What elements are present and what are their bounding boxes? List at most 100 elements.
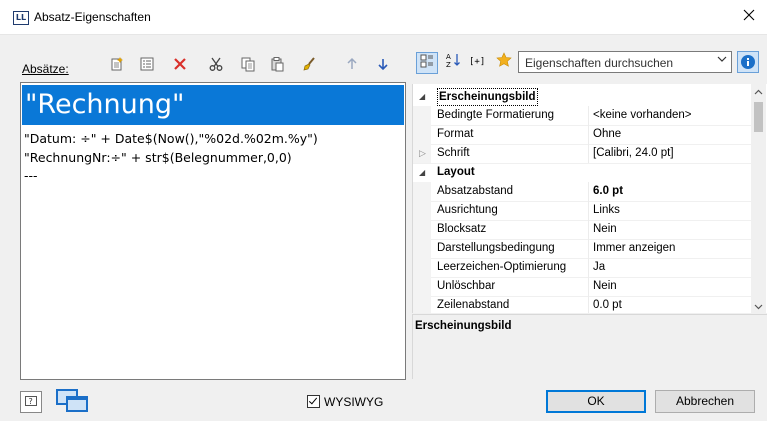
chevron-down-icon[interactable]: [717, 55, 727, 66]
scissors-icon: [209, 57, 223, 72]
property-name: Format: [437, 128, 474, 140]
property-grid-scrollbar[interactable]: [751, 84, 766, 313]
category-row[interactable]: ◢ Erscheinungsbild: [413, 87, 752, 106]
formula-icon: [+]: [469, 57, 485, 67]
move-up-button[interactable]: [341, 52, 363, 74]
copy-button[interactable]: [237, 52, 259, 74]
alphabetical-sort-button[interactable]: AZ: [442, 52, 464, 74]
paste-button[interactable]: [266, 52, 288, 74]
property-name: Darstellungsbedingung: [437, 242, 555, 254]
property-grid: ◢ Erscheinungsbild Bedingte Formatierung…: [412, 84, 767, 313]
property-value[interactable]: Links: [593, 201, 620, 220]
svg-text:[+]: [+]: [469, 57, 485, 67]
scroll-down-icon[interactable]: [754, 303, 763, 312]
paragraph-line[interactable]: ---: [24, 168, 38, 183]
star-icon: [496, 52, 512, 67]
property-name: Blocksatz: [437, 223, 487, 235]
property-row[interactable]: Blocksatz Nein: [413, 220, 752, 240]
property-value[interactable]: 0.0 pt: [593, 296, 622, 313]
window-layout-button[interactable]: [55, 387, 91, 416]
info-button[interactable]: [737, 51, 759, 73]
info-icon: [741, 55, 755, 69]
property-name: Ausrichtung: [437, 204, 498, 216]
property-row[interactable]: Unlöschbar Nein: [413, 277, 752, 297]
property-value[interactable]: Ohne: [593, 125, 621, 144]
format-brush-button[interactable]: [298, 52, 320, 74]
formula-button[interactable]: [+]: [467, 52, 489, 74]
paragraph-line[interactable]: "Datum: ÷" + Date$(Now(),"%02d.%02m.%y"): [24, 131, 318, 146]
property-value[interactable]: Ja: [593, 258, 605, 277]
property-name: Schrift: [437, 147, 470, 159]
wysiwyg-label: WYSIWYG: [324, 395, 384, 409]
property-value[interactable]: Nein: [593, 220, 617, 239]
description-title: Erscheinungsbild: [415, 320, 512, 332]
properties-dialog: LL Absatz-Eigenschaften Absätze: "Rechnu…: [0, 0, 767, 421]
column-divider: [588, 258, 589, 277]
property-row[interactable]: Bedingte Formatierung <keine vorhanden>: [413, 106, 752, 126]
property-name: Unlöschbar: [437, 280, 496, 292]
row-gutter: [413, 182, 431, 201]
cancel-button[interactable]: Abbrechen: [655, 390, 755, 413]
property-name: Zeilenabstand: [437, 299, 510, 311]
paintbrush-icon: [303, 57, 315, 71]
column-divider: [588, 277, 589, 296]
selected-paragraph[interactable]: "Rechnung": [22, 85, 404, 125]
property-name: Bedingte Formatierung: [437, 109, 554, 121]
insert-paragraph-button[interactable]: [106, 52, 128, 74]
copy-icon: [241, 57, 255, 72]
row-gutter: [413, 106, 431, 125]
categorized-view-button[interactable]: [416, 52, 438, 74]
scrollbar-thumb[interactable]: [754, 102, 763, 132]
paragraphs-label: Absätze:: [22, 62, 69, 76]
category-row[interactable]: ◢ Layout: [413, 163, 752, 182]
row-gutter: [413, 277, 431, 296]
property-value[interactable]: Immer anzeigen: [593, 239, 675, 258]
property-row[interactable]: Ausrichtung Links: [413, 201, 752, 221]
column-divider: [588, 296, 589, 313]
property-row[interactable]: ▷ Schrift [Calibri, 24.0 pt]: [413, 144, 752, 164]
property-row[interactable]: Leerzeichen-Optimierung Ja: [413, 258, 752, 278]
property-value[interactable]: Nein: [593, 277, 617, 296]
ok-button[interactable]: OK: [546, 390, 646, 413]
arrow-down-icon: [378, 59, 388, 71]
edit-paragraph-button[interactable]: [136, 52, 158, 74]
close-icon: [743, 9, 755, 21]
property-row[interactable]: Format Ohne: [413, 125, 752, 145]
property-row[interactable]: Zeilenabstand 0.0 pt: [413, 296, 752, 313]
property-row[interactable]: Darstellungsbedingung Immer anzeigen: [413, 239, 752, 259]
cut-button[interactable]: [205, 52, 227, 74]
expand-icon[interactable]: ▷: [419, 144, 431, 163]
wysiwyg-checkbox[interactable]: WYSIWYG: [307, 395, 383, 409]
column-divider: [588, 220, 589, 239]
move-down-button[interactable]: [372, 52, 394, 74]
paragraph-line[interactable]: "RechnungNr:÷" + str$(Belegnummer,0,0): [24, 150, 292, 165]
checkbox-checked-icon[interactable]: [307, 395, 320, 408]
property-name: Leerzeichen-Optimierung: [437, 261, 567, 273]
window-title: Absatz-Eigenschaften: [34, 10, 151, 24]
property-value[interactable]: [Calibri, 24.0 pt]: [593, 144, 674, 163]
new-document-icon: [111, 57, 123, 71]
svg-text:A: A: [446, 53, 451, 61]
paragraph-editor[interactable]: "Rechnung" "Datum: ÷" + Date$(Now(),"%02…: [20, 82, 406, 380]
property-search-input[interactable]: [523, 54, 707, 72]
help-icon: ?: [25, 396, 37, 407]
category-name: Erscheinungsbild: [437, 88, 538, 106]
help-button[interactable]: ?: [20, 391, 42, 413]
title-bar: LL Absatz-Eigenschaften: [0, 0, 767, 35]
svg-text:Z: Z: [446, 61, 451, 68]
close-button[interactable]: [731, 0, 767, 34]
favorites-button[interactable]: [493, 52, 515, 74]
property-row[interactable]: Absatzabstand 6.0 pt: [413, 182, 752, 202]
column-divider: [588, 239, 589, 258]
property-value[interactable]: 6.0 pt: [593, 182, 623, 201]
description-pane: Erscheinungsbild: [412, 314, 767, 379]
collapse-icon[interactable]: ◢: [419, 163, 431, 182]
categorized-icon: [420, 54, 433, 68]
row-gutter: [413, 258, 431, 277]
row-gutter: [413, 220, 431, 239]
property-search[interactable]: [518, 51, 732, 73]
collapse-icon[interactable]: ◢: [419, 87, 431, 106]
scroll-up-icon[interactable]: [754, 88, 763, 97]
property-value[interactable]: <keine vorhanden>: [593, 106, 691, 125]
delete-paragraph-button[interactable]: [169, 52, 191, 74]
